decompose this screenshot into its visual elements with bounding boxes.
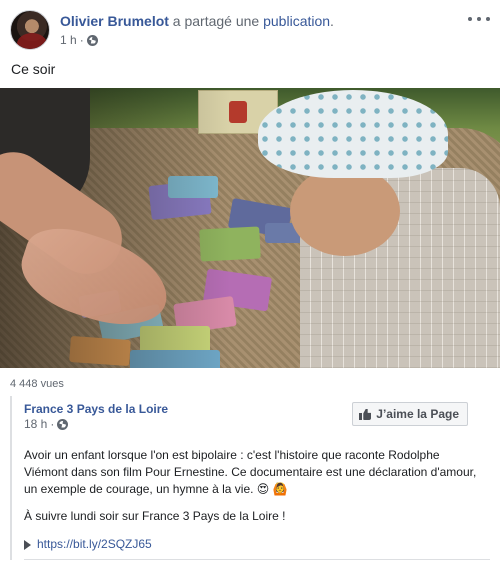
play-icon	[24, 539, 31, 550]
shared-post-text-2: À suivre lundi soir sur France 3 Pays de…	[24, 509, 286, 523]
thumbs-up-icon	[359, 408, 371, 420]
post-header: Olivier Brumelot a partagé une publicati…	[10, 8, 490, 52]
globe-icon	[57, 418, 69, 430]
action-text: a partagé une	[168, 13, 264, 29]
shared-page-meta: 18 h ·	[24, 417, 69, 431]
shared-page-block: France 3 Pays de la Loire 18 h · J’aime …	[10, 396, 490, 560]
shared-post-text: Avoir un enfant lorsque l'on est bipolai…	[24, 448, 477, 496]
meta-separator: ·	[79, 33, 84, 47]
shared-post-link-row[interactable]: https://bit.ly/2SQZJ65	[24, 536, 152, 553]
video-player[interactable]	[0, 88, 500, 368]
more-options-icon[interactable]	[468, 12, 490, 26]
author-avatar[interactable]	[10, 10, 50, 50]
like-page-label: J’aime la Page	[376, 407, 459, 421]
action-suffix: .	[330, 13, 334, 29]
post-card: Olivier Brumelot a partagé une publicati…	[0, 0, 500, 565]
video-child-hat	[258, 90, 448, 178]
publication-link[interactable]: publication	[263, 13, 330, 29]
author-name-link[interactable]: Olivier Brumelot	[60, 13, 169, 29]
post-meta: 1 h ·	[60, 33, 98, 47]
post-time[interactable]: 1 h	[60, 33, 77, 47]
shared-post-link[interactable]: https://bit.ly/2SQZJ65	[37, 536, 152, 553]
view-count: 4 448 vues	[10, 378, 64, 390]
post-headline: Olivier Brumelot a partagé une publicati…	[60, 12, 334, 30]
like-page-button[interactable]: J’aime la Page	[352, 402, 468, 426]
shared-page-name-link[interactable]: France 3 Pays de la Loire	[24, 402, 168, 416]
globe-icon	[86, 34, 98, 46]
divider	[24, 559, 490, 560]
shared-page-time[interactable]: 18 h	[24, 417, 47, 431]
video-child-head	[290, 166, 400, 256]
meta-separator: ·	[50, 417, 55, 431]
post-status-text: Ce soir	[11, 61, 56, 77]
